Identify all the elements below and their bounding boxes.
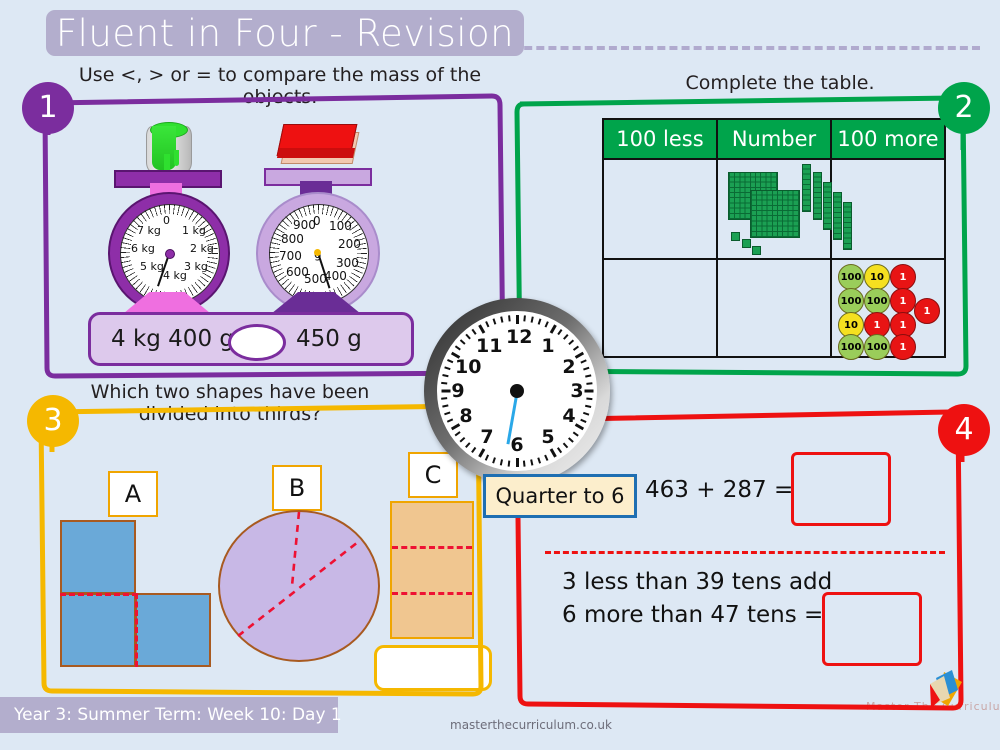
clock-number-9: 9 — [451, 380, 465, 402]
title-dashed-rule — [500, 46, 980, 50]
title-bar: Fluent in Four - Revision — [46, 10, 524, 56]
base-ten-blocks — [718, 160, 852, 258]
table-row — [604, 158, 944, 258]
shape-c-divider-1 — [392, 546, 472, 549]
column-header-number: Number — [718, 120, 832, 158]
q4-divider — [545, 551, 945, 554]
right-kitchen-scale: 0 100 200 300 400 500 600 700 800 900 g — [242, 120, 422, 318]
question-2-number: 2 — [938, 82, 990, 134]
mass-comparison-bar[interactable]: 4 kg 400 g 450 g — [88, 312, 414, 366]
clock-number-5: 5 — [541, 426, 555, 448]
q4-line2b: 6 more than 47 tens = — [562, 602, 824, 628]
cell-row2-100-less[interactable] — [604, 260, 718, 356]
time-label: Quarter to 6 — [495, 484, 625, 508]
q4-answer-box-2[interactable] — [822, 592, 922, 666]
cell-row2-100-more: 100 10 1 100 100 1 1 10 1 1 100 100 1 — [832, 260, 944, 360]
place-value-table: 100 less Number 100 more 100 10 1 100 10… — [602, 118, 946, 360]
clock-number-1: 1 — [541, 335, 555, 357]
compare-left-value: 4 kg 400 g — [111, 326, 234, 352]
clock-number-2: 2 — [562, 356, 576, 378]
shape-a — [60, 520, 220, 668]
table-header-row: 100 less Number 100 more — [604, 120, 944, 158]
clock-face: 12 1 2 3 4 5 6 7 8 9 10 11 — [437, 311, 597, 471]
question-3-number: 3 — [27, 395, 79, 447]
worksheet-page: Fluent in Four - Revision Use <, > or = … — [0, 0, 1000, 750]
clock-number-3: 3 — [570, 380, 584, 402]
clock-number-8: 8 — [459, 405, 473, 427]
question-1-prompt: Use <, > or = to compare the mass of the… — [78, 64, 482, 108]
question-2-prompt: Complete the table. — [685, 72, 875, 94]
clock-number-12: 12 — [506, 326, 533, 348]
time-label-box: Quarter to 6 — [483, 474, 637, 518]
footer-bar: Year 3: Summer Term: Week 10: Day 1 — [0, 697, 342, 733]
shape-a-divider-vertical — [135, 593, 138, 667]
clock-number-11: 11 — [476, 335, 503, 357]
compare-right-value: 450 g — [296, 326, 362, 352]
cell-row1-100-more[interactable] — [832, 160, 944, 258]
q4-line2a: 3 less than 39 tens add — [562, 569, 833, 595]
book-icon — [276, 122, 360, 170]
table-row: 100 10 1 100 100 1 1 10 1 1 100 100 1 — [604, 258, 944, 360]
shape-c-divider-2 — [392, 592, 472, 595]
clock-centre-hub — [510, 384, 524, 398]
page-title: Fluent in Four - Revision — [55, 12, 515, 55]
question-3-answer-box[interactable] — [374, 645, 492, 691]
analogue-clock: 12 1 2 3 4 5 6 7 8 9 10 11 — [424, 298, 610, 484]
place-value-counters: 100 10 1 100 100 1 1 10 1 1 100 100 1 — [832, 260, 944, 360]
q4-line1: 463 + 287 = — [645, 477, 794, 503]
clock-number-7: 7 — [480, 426, 494, 448]
compare-answer-oval[interactable] — [228, 324, 286, 361]
website-label: masterthecurriculum.co.uk — [450, 718, 612, 732]
q4-answer-box-1[interactable] — [791, 452, 891, 526]
shape-label-a: A — [108, 471, 158, 517]
paint-tin-icon — [146, 120, 192, 176]
column-header-100-less: 100 less — [604, 120, 718, 158]
shape-label-b: B — [272, 465, 322, 511]
shape-b — [218, 510, 380, 662]
cell-row1-100-less[interactable] — [604, 160, 718, 258]
shape-c — [390, 501, 474, 639]
column-header-100-more: 100 more — [832, 120, 944, 158]
lesson-label: Year 3: Summer Term: Week 10: Day 1 — [14, 705, 342, 725]
cell-row2-number[interactable] — [718, 260, 832, 356]
question-4-number: 4 — [938, 404, 990, 456]
shape-a-divider-horizontal — [60, 593, 138, 596]
question-1-number: 1 — [22, 82, 74, 134]
clock-number-4: 4 — [562, 405, 576, 427]
question-3-prompt: Which two shapes have been divided into … — [90, 381, 370, 425]
cell-row1-number — [718, 160, 852, 258]
brand-label: Master The Curriculum — [866, 700, 1000, 713]
shape-label-c: C — [408, 452, 458, 498]
clock-number-10: 10 — [455, 356, 482, 378]
